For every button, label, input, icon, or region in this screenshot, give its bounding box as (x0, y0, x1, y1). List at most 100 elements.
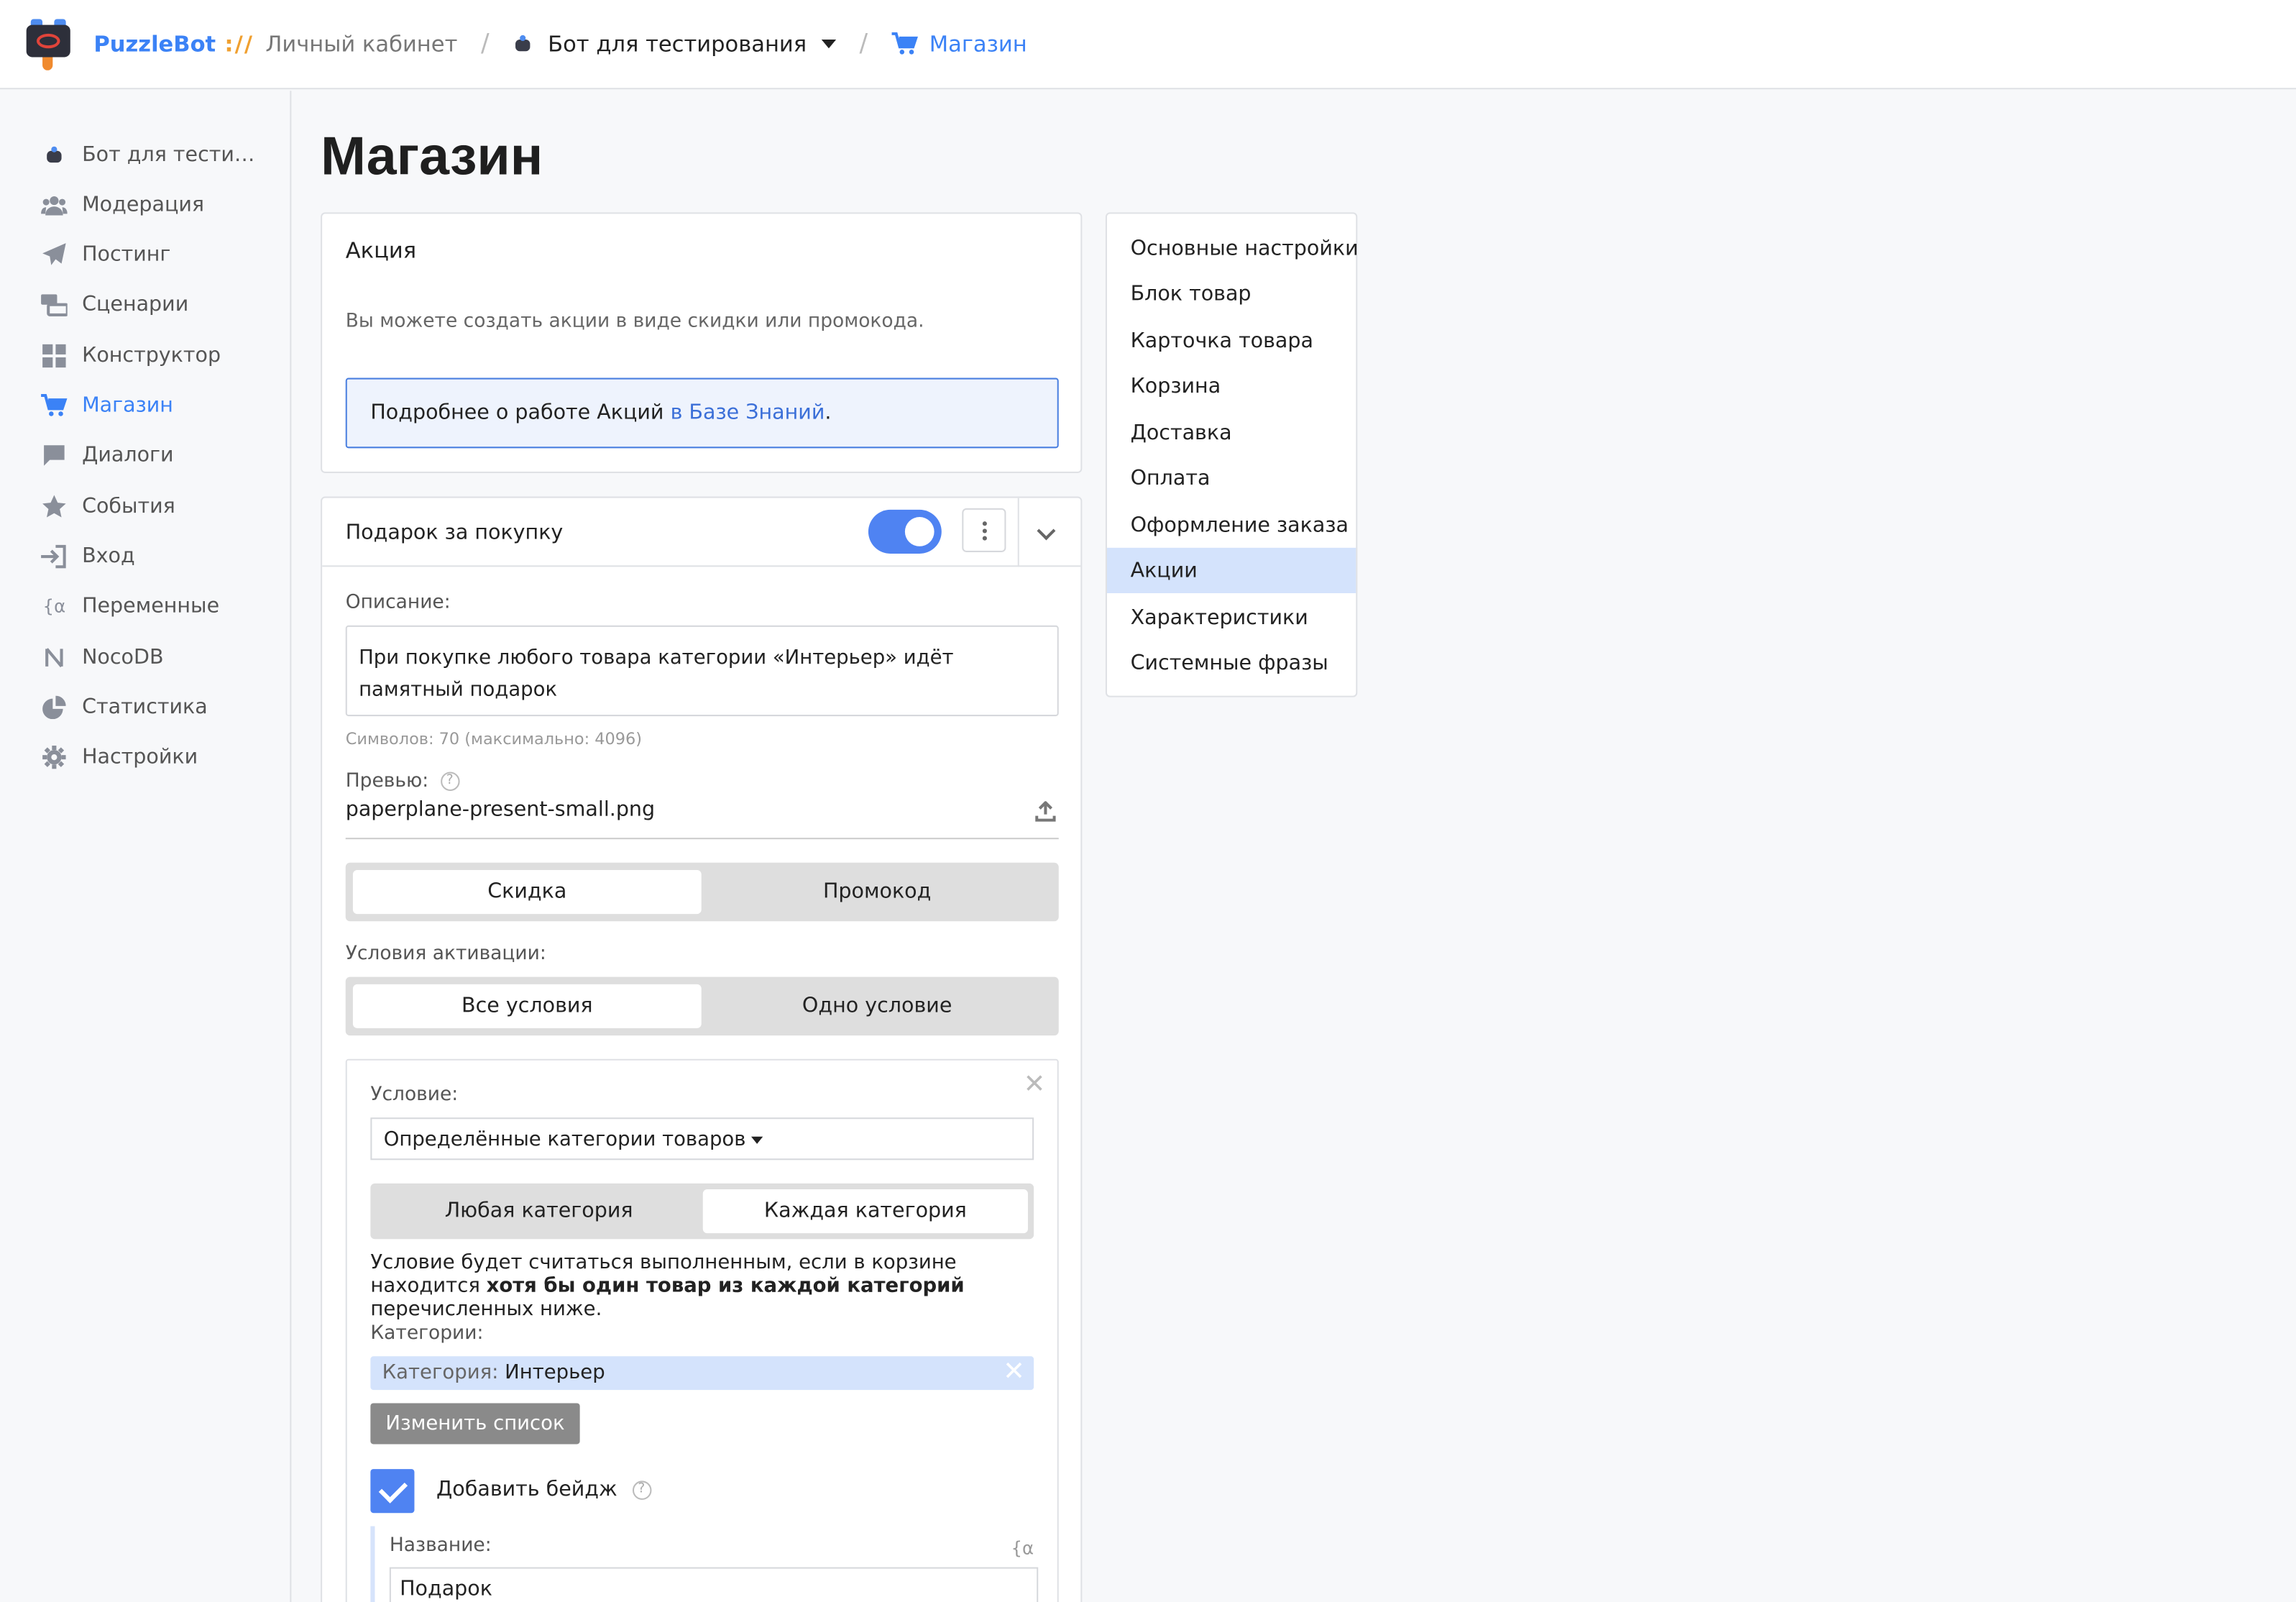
sidebar-item-login[interactable]: Вход (41, 541, 283, 573)
nav-payment[interactable]: Оплата (1107, 456, 1356, 501)
cart-icon (41, 393, 68, 418)
sidebar-item-settings[interactable]: Настройки (41, 741, 283, 774)
each-category-option[interactable]: Каждая категория (702, 1189, 1028, 1234)
any-category-option[interactable]: Любая категория (377, 1189, 702, 1233)
bot-icon (513, 35, 533, 52)
add-badge-label-wrap: Добавить бейдж? (436, 1478, 651, 1501)
explanation-bold: хотя бы один товар из каждой категорий (486, 1274, 965, 1298)
nav-promotions[interactable]: Акции (1106, 547, 1356, 593)
sidebar-item-posting[interactable]: Постинг (41, 239, 283, 271)
nav-cart[interactable]: Корзина (1107, 363, 1356, 408)
activation-switch: Все условия Одно условие (345, 976, 1059, 1036)
help-icon[interactable]: ? (440, 772, 459, 791)
type-discount-option[interactable]: Скидка (352, 869, 702, 915)
chevron-down-icon[interactable] (1037, 521, 1056, 541)
more-menu-button[interactable] (962, 508, 1006, 552)
app-root: PuzzleBot :// Личный кабинет / Бот для т… (0, 0, 2296, 1602)
badge-name-input[interactable]: Подарок (389, 1567, 1039, 1602)
promo-header: Подарок за покупку (322, 498, 1081, 567)
condition-label: Условие: (370, 1084, 459, 1106)
sidebar-item-stats[interactable]: Статистика (41, 691, 283, 723)
sidebar-item-variables[interactable]: {α Переменные (41, 590, 283, 623)
breadcrumb-slash: / (480, 29, 490, 59)
variable-icon[interactable]: {α (1011, 1538, 1034, 1559)
scenarios-icon (41, 293, 68, 316)
info-suffix: . (825, 401, 832, 425)
brand-name[interactable]: PuzzleBot (93, 31, 216, 58)
puzzlebot-logo-icon[interactable] (26, 19, 70, 70)
nav-checkout[interactable]: Оформление заказа (1107, 503, 1356, 548)
categories-label: Категории: (370, 1322, 484, 1345)
type-promocode-option[interactable]: Промокод (703, 870, 1052, 914)
sidebar-item-constructor[interactable]: Конструктор (41, 340, 283, 372)
breadcrumb-shop[interactable]: Магазин (929, 31, 1027, 58)
knowledge-base-link[interactable]: в Базе Знаний (671, 401, 825, 425)
users-icon (41, 193, 68, 217)
chat-icon (41, 444, 68, 467)
preview-file-field[interactable]: paperplane-present-small.png (345, 798, 1059, 840)
sidebar-item-label: NocoDB (82, 646, 164, 669)
sidebar-item-label: Настройки (82, 745, 198, 769)
breadcrumb-cabinet[interactable]: Личный кабинет (265, 31, 457, 58)
condition-explanation: Условие будет считаться выполненным, есл… (370, 1251, 1044, 1322)
sidebar-item-bot[interactable]: Бот для тести… (41, 139, 283, 172)
add-badge-checkbox[interactable] (370, 1469, 415, 1514)
sidebar-item-label: Конструктор (82, 344, 221, 368)
brand-separator: :// (224, 30, 254, 58)
bot-icon (41, 144, 68, 168)
promo-editor-card: Подарок за покупку Описание: При покупке… (321, 496, 1083, 1602)
paper-plane-icon (41, 243, 68, 267)
help-icon[interactable]: ? (632, 1480, 651, 1499)
close-icon[interactable]: ✕ (1003, 1356, 1025, 1387)
sign-in-icon (41, 544, 68, 569)
category-mode-switch: Любая категория Каждая категория (370, 1183, 1034, 1240)
preview-label-wrap: Превью:? (346, 770, 459, 792)
chip-key: Категория: (382, 1360, 499, 1384)
one-condition-option[interactable]: Одно условие (703, 984, 1052, 1028)
grid-icon (41, 344, 68, 368)
knowledge-base-info: Подробнее о работе Акций в Базе Знаний. (345, 377, 1059, 449)
nav-product-card[interactable]: Карточка товара (1107, 318, 1356, 363)
change-list-button[interactable]: Изменить список (370, 1403, 580, 1445)
badge-settings: Название: {α Подарок (370, 1526, 1039, 1602)
top-bar: PuzzleBot :// Личный кабинет / Бот для т… (0, 0, 2296, 90)
sidebar-item-shop[interactable]: Магазин (41, 390, 283, 422)
upload-icon[interactable] (1035, 801, 1056, 822)
nocodb-icon (41, 646, 68, 669)
nav-characteristics[interactable]: Характеристики (1107, 595, 1356, 640)
chip-value: Интерьер (505, 1360, 605, 1384)
close-icon[interactable]: ✕ (1024, 1069, 1046, 1100)
nav-product-block[interactable]: Блок товар (1107, 271, 1356, 316)
sidebar-item-dialogs[interactable]: Диалоги (41, 439, 283, 472)
settings-nav: Основные настройки Блок товар Карточка т… (1105, 212, 1359, 697)
star-icon (41, 495, 68, 519)
sidebar-item-label: Модерация (82, 193, 205, 217)
variable-icon: {α (42, 596, 66, 617)
condition-select-value: Определённые категории товаров (383, 1127, 746, 1152)
promo-type-switch: Скидка Промокод (345, 862, 1059, 922)
sidebar-item-label: Вход (82, 544, 135, 569)
sidebar: Бот для тести… Модерация Постинг Сценари… (0, 91, 292, 1602)
preview-label: Превью: (345, 770, 429, 793)
card-description: Вы можете создать акции в виде скидки ил… (345, 310, 924, 333)
sidebar-item-label: Переменные (82, 595, 220, 618)
nav-main-settings[interactable]: Основные настройки (1107, 226, 1359, 271)
promo-enabled-toggle[interactable] (868, 509, 942, 554)
chevron-down-icon[interactable] (821, 39, 836, 49)
sidebar-item-scenarios[interactable]: Сценарии (41, 288, 283, 321)
sidebar-item-label: Сценарии (82, 293, 189, 316)
all-conditions-option[interactable]: Все условия (352, 984, 702, 1028)
condition-select[interactable]: Определённые категории товаров (370, 1117, 1034, 1161)
sidebar-item-nocodb[interactable]: NocoDB (41, 641, 283, 674)
nav-system-phrases[interactable]: Системные фразы (1107, 640, 1356, 685)
sidebar-item-moderation[interactable]: Модерация (41, 189, 283, 221)
breadcrumb-bot[interactable]: Бот для тестирования (548, 31, 807, 58)
sidebar-item-label: События (82, 495, 175, 519)
description-label: Описание: (345, 591, 451, 614)
condition-block: ✕ Условие: Определённые категории товаро… (345, 1058, 1059, 1602)
nav-delivery[interactable]: Доставка (1107, 410, 1356, 455)
sidebar-item-label: Магазин (82, 393, 173, 418)
description-textarea[interactable]: При покупке любого товара категории «Инт… (345, 625, 1059, 717)
breadcrumb-slash: / (859, 29, 868, 59)
sidebar-item-events[interactable]: События (41, 490, 283, 523)
